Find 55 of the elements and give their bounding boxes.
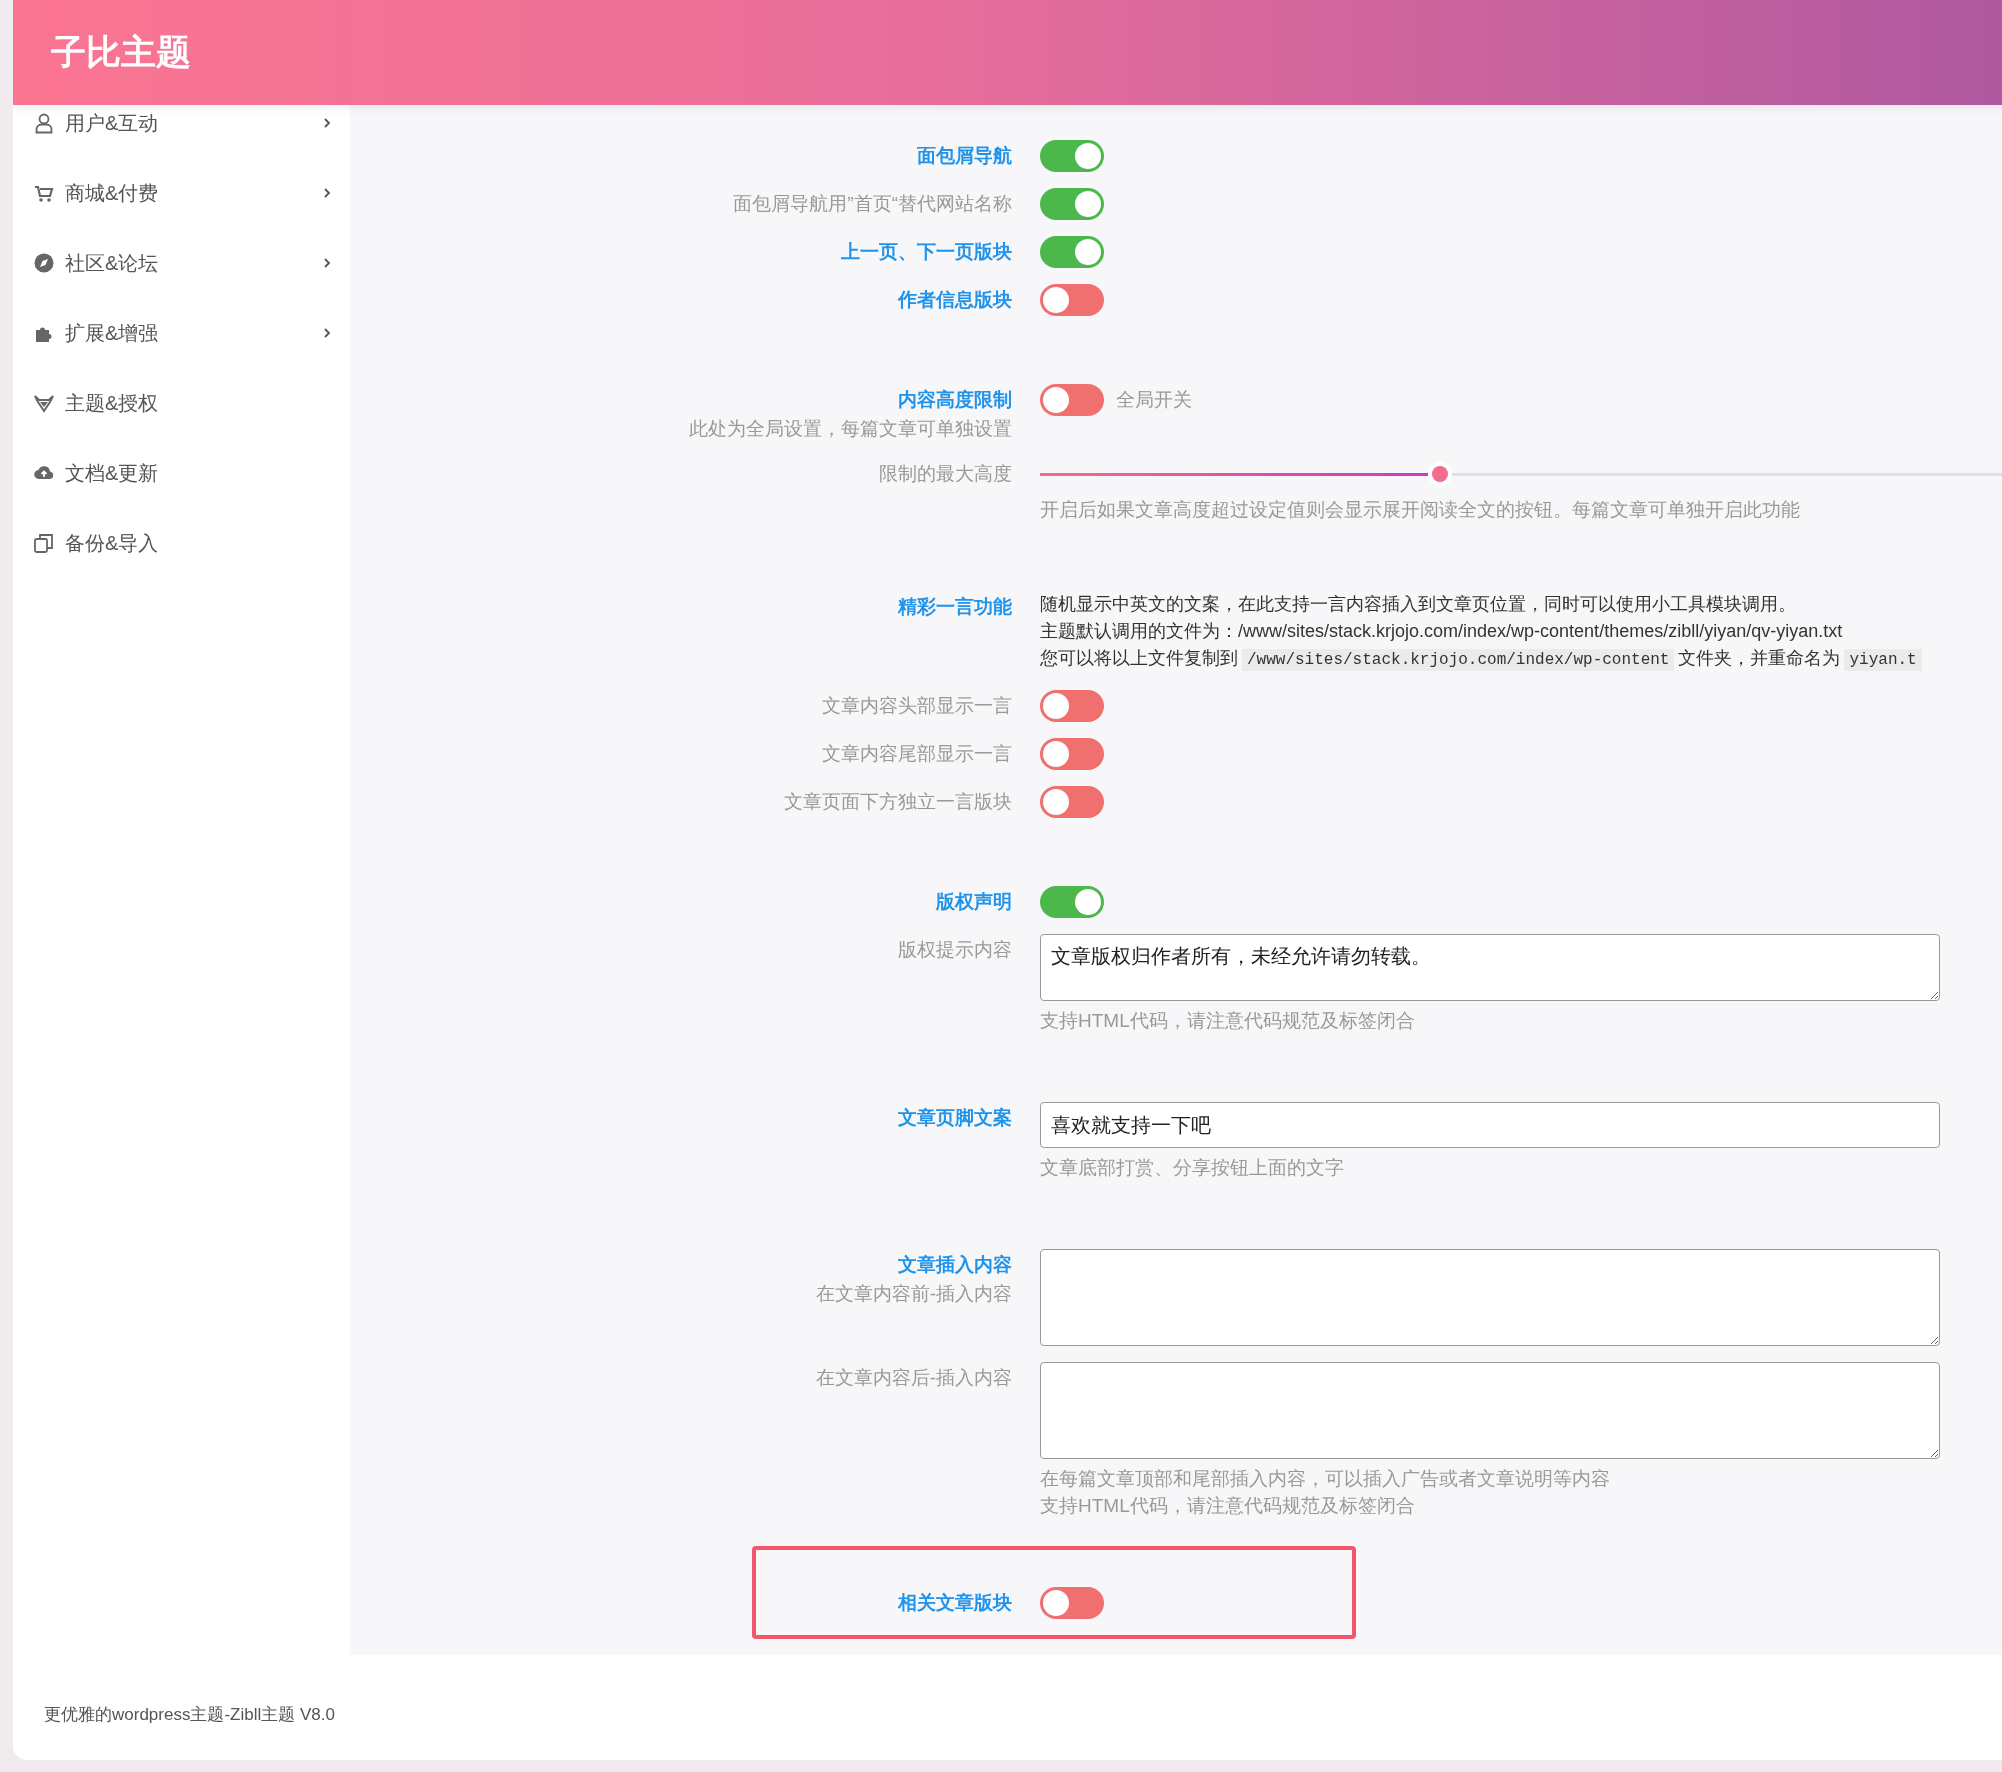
sidebar-item[interactable]: 主题&授权 (13, 385, 350, 421)
description-line: 您可以将以上文件复制到 /www/sites/stack.krjojo.com/index/wp-content 文件夹，并重命名为 yiyan.t (1040, 645, 1926, 674)
setting-title: 上一页、下一页版块 (841, 240, 1012, 264)
toggle-switch[interactable] (1040, 886, 1104, 918)
setting-title: 文章页脚文案 (898, 1106, 1012, 1130)
user-icon (33, 112, 55, 134)
setting-title: 面包屑导航 (917, 144, 1012, 168)
setting-title: 精彩一言功能 (898, 595, 1012, 619)
setting-title: 作者信息版块 (898, 288, 1012, 312)
help-text: 文章底部打赏、分享按钮上面的文字 (1040, 1156, 1344, 1180)
setting-label: 版权提示内容 (898, 938, 1012, 962)
toggle-switch[interactable] (1040, 384, 1104, 416)
setting-label: 在文章内容后-插入内容 (815, 1366, 1012, 1390)
text-area[interactable]: 文章版权归作者所有，未经允许请勿转载。 (1040, 934, 1940, 1001)
setting-sublabel: 在文章内容前-插入内容 (815, 1282, 1012, 1306)
sidebar-item[interactable]: 商城&付费 (13, 175, 350, 211)
setting-title: 版权声明 (936, 890, 1012, 914)
toggle-switch[interactable] (1040, 786, 1104, 818)
toggle-switch[interactable] (1040, 738, 1104, 770)
setting-title: 文章插入内容 (898, 1253, 1012, 1277)
toggle-note: 全局开关 (1116, 388, 1192, 412)
sidebar-item[interactable]: 备份&导入 (13, 525, 350, 561)
help-text: 开启后如果文章高度超过设定值则会显示展开阅读全文的按钮。每篇文章可单独开启此功能 (1040, 498, 1800, 522)
input-field[interactable]: 喜欢就支持一下吧 (1040, 1102, 1940, 1148)
help-text: 在每篇文章顶部和尾部插入内容，可以插入广告或者文章说明等内容 (1040, 1467, 1610, 1491)
help-text: 支持HTML代码，请注意代码规范及标签闭合 (1040, 1009, 1415, 1033)
sidebar-item[interactable]: 扩展&增强 (13, 315, 350, 351)
footer-text: 更优雅的wordpress主题-Zibll主题 V8.0 (44, 1704, 335, 1726)
toggle-switch[interactable] (1040, 690, 1104, 722)
toggle-switch[interactable] (1040, 140, 1104, 172)
setting-title: 内容高度限制 (898, 388, 1012, 412)
toggle-switch[interactable] (1040, 1587, 1104, 1619)
compass-icon (33, 252, 55, 274)
description-line: 随机显示中英文的文案，在此支持一言内容插入到文章页位置，同时可以使用小工具模块调用。 (1040, 593, 1796, 616)
help-text: 支持HTML代码，请注意代码规范及标签闭合 (1040, 1494, 1415, 1518)
text-area[interactable] (1040, 1362, 1940, 1459)
toggle-switch[interactable] (1040, 236, 1104, 268)
fox-icon (33, 392, 55, 414)
setting-label: 面包屑导航用”首页“替代网站名称 (733, 192, 1012, 216)
setting-label: 限制的最大高度 (879, 462, 1012, 486)
copy-icon (33, 532, 55, 554)
description-line: 主题默认调用的文件为：/www/sites/stack.krjojo.com/index/wp-content/themes/zibll/yiyan/qv-yiyan.txt (1040, 620, 1843, 643)
setting-sublabel: 此处为全局设置，每篇文章可单独设置 (689, 417, 1012, 441)
setting-label: 文章内容头部显示一言 (822, 694, 1012, 718)
app-title: 子比主题 (51, 31, 191, 73)
sidebar-item[interactable]: 社区&论坛 (13, 245, 350, 281)
setting-label: 文章页面下方独立一言版块 (784, 790, 1012, 814)
toggle-switch[interactable] (1040, 284, 1104, 316)
sidebar-item[interactable]: 用户&互动 (13, 105, 350, 141)
toggle-switch[interactable] (1040, 188, 1104, 220)
setting-title: 相关文章版块 (898, 1591, 1012, 1615)
sidebar-item[interactable]: 文档&更新 (13, 455, 350, 491)
setting-label: 文章内容尾部显示一言 (822, 742, 1012, 766)
text-area[interactable] (1040, 1249, 1940, 1346)
slider-thumb[interactable] (1432, 466, 1448, 482)
